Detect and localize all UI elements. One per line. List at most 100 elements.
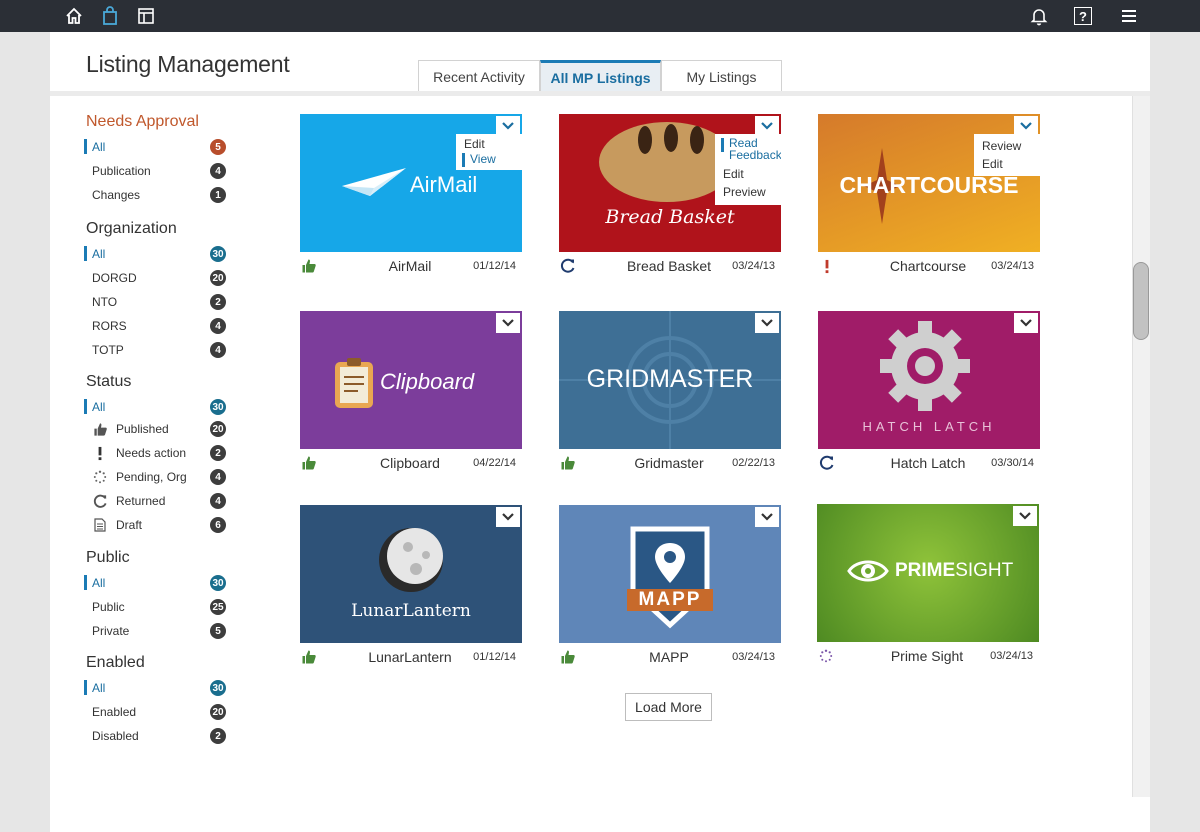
filter-enabled-all[interactable]: All 30 [84,678,226,698]
help-icon[interactable]: ? [1071,4,1095,28]
scrollbar-track[interactable] [1132,96,1150,797]
listing-thumbnail[interactable]: Clipboard [300,311,522,449]
card-menu-toggle[interactable] [1014,313,1038,333]
listing-meta: LunarLantern 01/12/14 [300,647,522,667]
clipboard-logo-text: Clipboard [380,369,475,394]
listing-thumbnail[interactable]: Bread Basket Read Feedback Edit Preview [559,114,781,252]
listing-thumbnail[interactable]: CHARTCOURSE Review Edit [818,114,1040,252]
menu-icon[interactable] [1117,4,1141,28]
card-menu-toggle[interactable] [1014,116,1038,136]
lunarlantern-logo-text: LunarLantern [351,601,471,621]
menu-item-review[interactable]: Review [982,137,1032,155]
filter-draft[interactable]: Draft 6 [84,515,226,535]
thumbs-up-icon [300,257,318,275]
scrollbar-thumb[interactable] [1133,262,1149,340]
count-badge: 4 [210,342,226,358]
card-menu-toggle[interactable] [496,313,520,333]
count-badge: 30 [210,399,226,415]
bag-icon[interactable] [98,4,122,28]
filter-label: All [92,247,106,261]
layout-icon[interactable] [134,4,158,28]
filter-label: NTO [92,295,118,309]
menu-item-edit[interactable]: Edit [464,137,514,152]
listing-meta: Gridmaster 02/22/13 [559,453,781,473]
listing-date: 03/24/13 [732,651,775,663]
filter-changes[interactable]: Changes 1 [84,185,226,205]
filter-publication[interactable]: Publication 4 [84,161,226,181]
load-more-button[interactable]: Load More [625,693,712,721]
card-menu-toggle[interactable] [755,507,779,527]
filter-label: Private [92,624,130,638]
listing-thumbnail[interactable]: MAPP [559,505,781,643]
filter-pending-org[interactable]: Pending, Org 4 [84,467,226,487]
bell-icon[interactable] [1027,4,1051,28]
listing-date: 03/30/14 [991,457,1034,469]
filter-label: Public [92,600,125,614]
tab-all-mp-listings[interactable]: All MP Listings [540,60,661,92]
filter-label: Publication [92,164,151,178]
menu-item-preview[interactable]: Preview [723,183,773,202]
count-badge: 2 [210,445,226,461]
card-menu-toggle[interactable] [755,313,779,333]
menu-item-read-feedback[interactable]: Read Feedback [721,137,781,161]
card-menu-toggle[interactable] [496,116,520,136]
eye-icon [847,560,889,582]
filter-nto[interactable]: NTO 2 [84,292,226,312]
menu-item-edit[interactable]: Edit [982,155,1032,173]
tab-my-listings[interactable]: My Listings [661,60,782,92]
filter-public-all[interactable]: All 30 [84,573,226,593]
thumbs-up-icon [300,648,318,666]
tab-bar: Recent Activity All MP Listings My Listi… [418,60,782,92]
filter-returned[interactable]: Returned 4 [84,491,226,511]
listing-thumbnail[interactable]: HATCH LATCH [818,311,1040,449]
card-menu-toggle[interactable] [755,116,779,136]
filter-dorgd[interactable]: DORGD 20 [84,268,226,288]
returned-icon [818,454,836,472]
count-badge: 2 [210,728,226,744]
filter-disabled[interactable]: Disabled 2 [84,726,226,746]
thumbs-up-icon [92,421,108,437]
filter-label: Needs action [116,446,187,460]
hatch-latch-logo-text: HATCH LATCH [862,419,996,434]
paper-plane-icon [342,168,406,196]
filter-label: Draft [116,518,143,532]
page-title: Listing Management [86,51,290,77]
home-icon[interactable] [62,4,86,28]
filter-totp[interactable]: TOTP 4 [84,340,226,360]
count-badge: 30 [210,575,226,591]
listing-date: 01/12/14 [473,260,516,272]
card-menu-toggle[interactable] [496,507,520,527]
listing-thumbnail[interactable]: GRIDMASTER [559,311,781,449]
listing-thumbnail[interactable]: PRIMESIGHT [817,504,1039,642]
listing-thumbnail[interactable]: AirMail Edit View [300,114,522,252]
filter-needs-approval-all[interactable]: All 5 [84,137,226,157]
returned-icon [92,493,108,509]
map-pin-shield-icon [627,526,713,629]
filter-private[interactable]: Private 5 [84,621,226,641]
listing-thumbnail[interactable]: LunarLantern [300,505,522,643]
help-glyph: ? [1074,7,1092,25]
sight-logo-word: SIGHT [955,560,1014,581]
filter-organization-all[interactable]: All 30 [84,244,226,264]
filter-enabled[interactable]: Enabled 20 [84,702,226,722]
filter-published[interactable]: Published 20 [84,419,226,439]
menu-item-view[interactable]: View [462,152,514,167]
menu-item-edit[interactable]: Edit [723,166,773,183]
prime-sight-logo: PRIMESIGHT [895,560,1013,582]
card-menu-toggle[interactable] [1013,506,1037,526]
listing-date: 04/22/14 [473,457,516,469]
card-dropdown-menu: Read Feedback Edit Preview [715,134,781,205]
filter-needs-action[interactable]: Needs action 2 [84,443,226,463]
count-badge: 4 [210,493,226,509]
count-badge: 5 [210,139,226,155]
filter-status-all[interactable]: All 30 [84,397,226,417]
status-heading: Status [86,373,132,390]
count-badge: 5 [210,623,226,639]
filter-rors[interactable]: RORS 4 [84,316,226,336]
filter-label: DORGD [92,271,137,285]
needs-approval-heading: Needs Approval [86,113,199,130]
count-badge: 20 [210,421,226,437]
count-badge: 1 [210,187,226,203]
tab-recent-activity[interactable]: Recent Activity [418,60,540,92]
filter-public[interactable]: Public 25 [84,597,226,617]
